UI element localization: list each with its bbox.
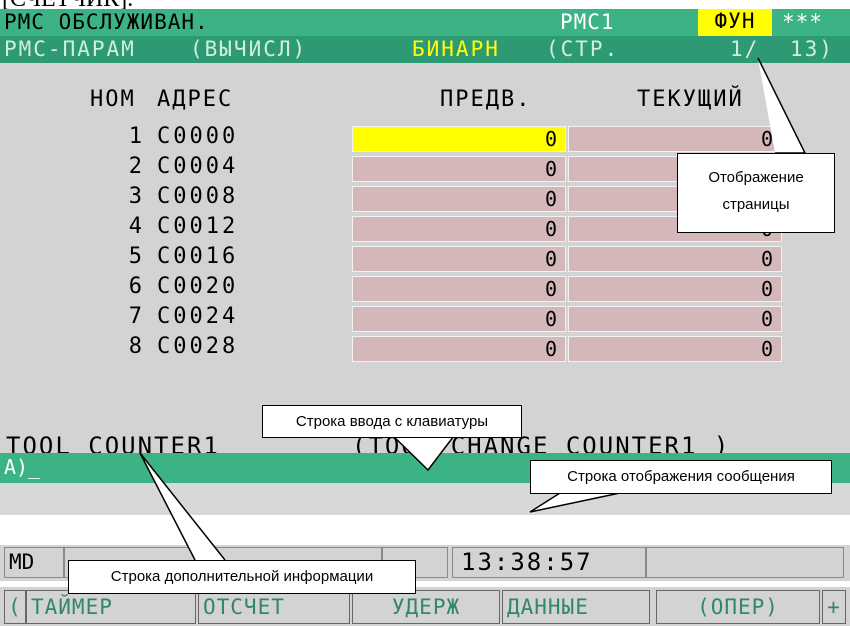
pointer-extra-info xyxy=(139,452,226,561)
callout-page-display-line1: Отображение xyxy=(708,169,804,186)
pointer-message xyxy=(529,492,621,513)
callout-message: Строка отображения сообщения xyxy=(530,460,832,494)
callout-page-display: Отображение страницы xyxy=(677,153,835,233)
callout-key-input: Строка ввода с клавиатуры xyxy=(262,405,522,438)
callout-pointers xyxy=(139,57,807,561)
pointer-page-display xyxy=(757,57,807,154)
callout-page-display-line2: страницы xyxy=(722,196,790,213)
callout-extra-info: Строка дополнительной информации xyxy=(68,560,416,594)
